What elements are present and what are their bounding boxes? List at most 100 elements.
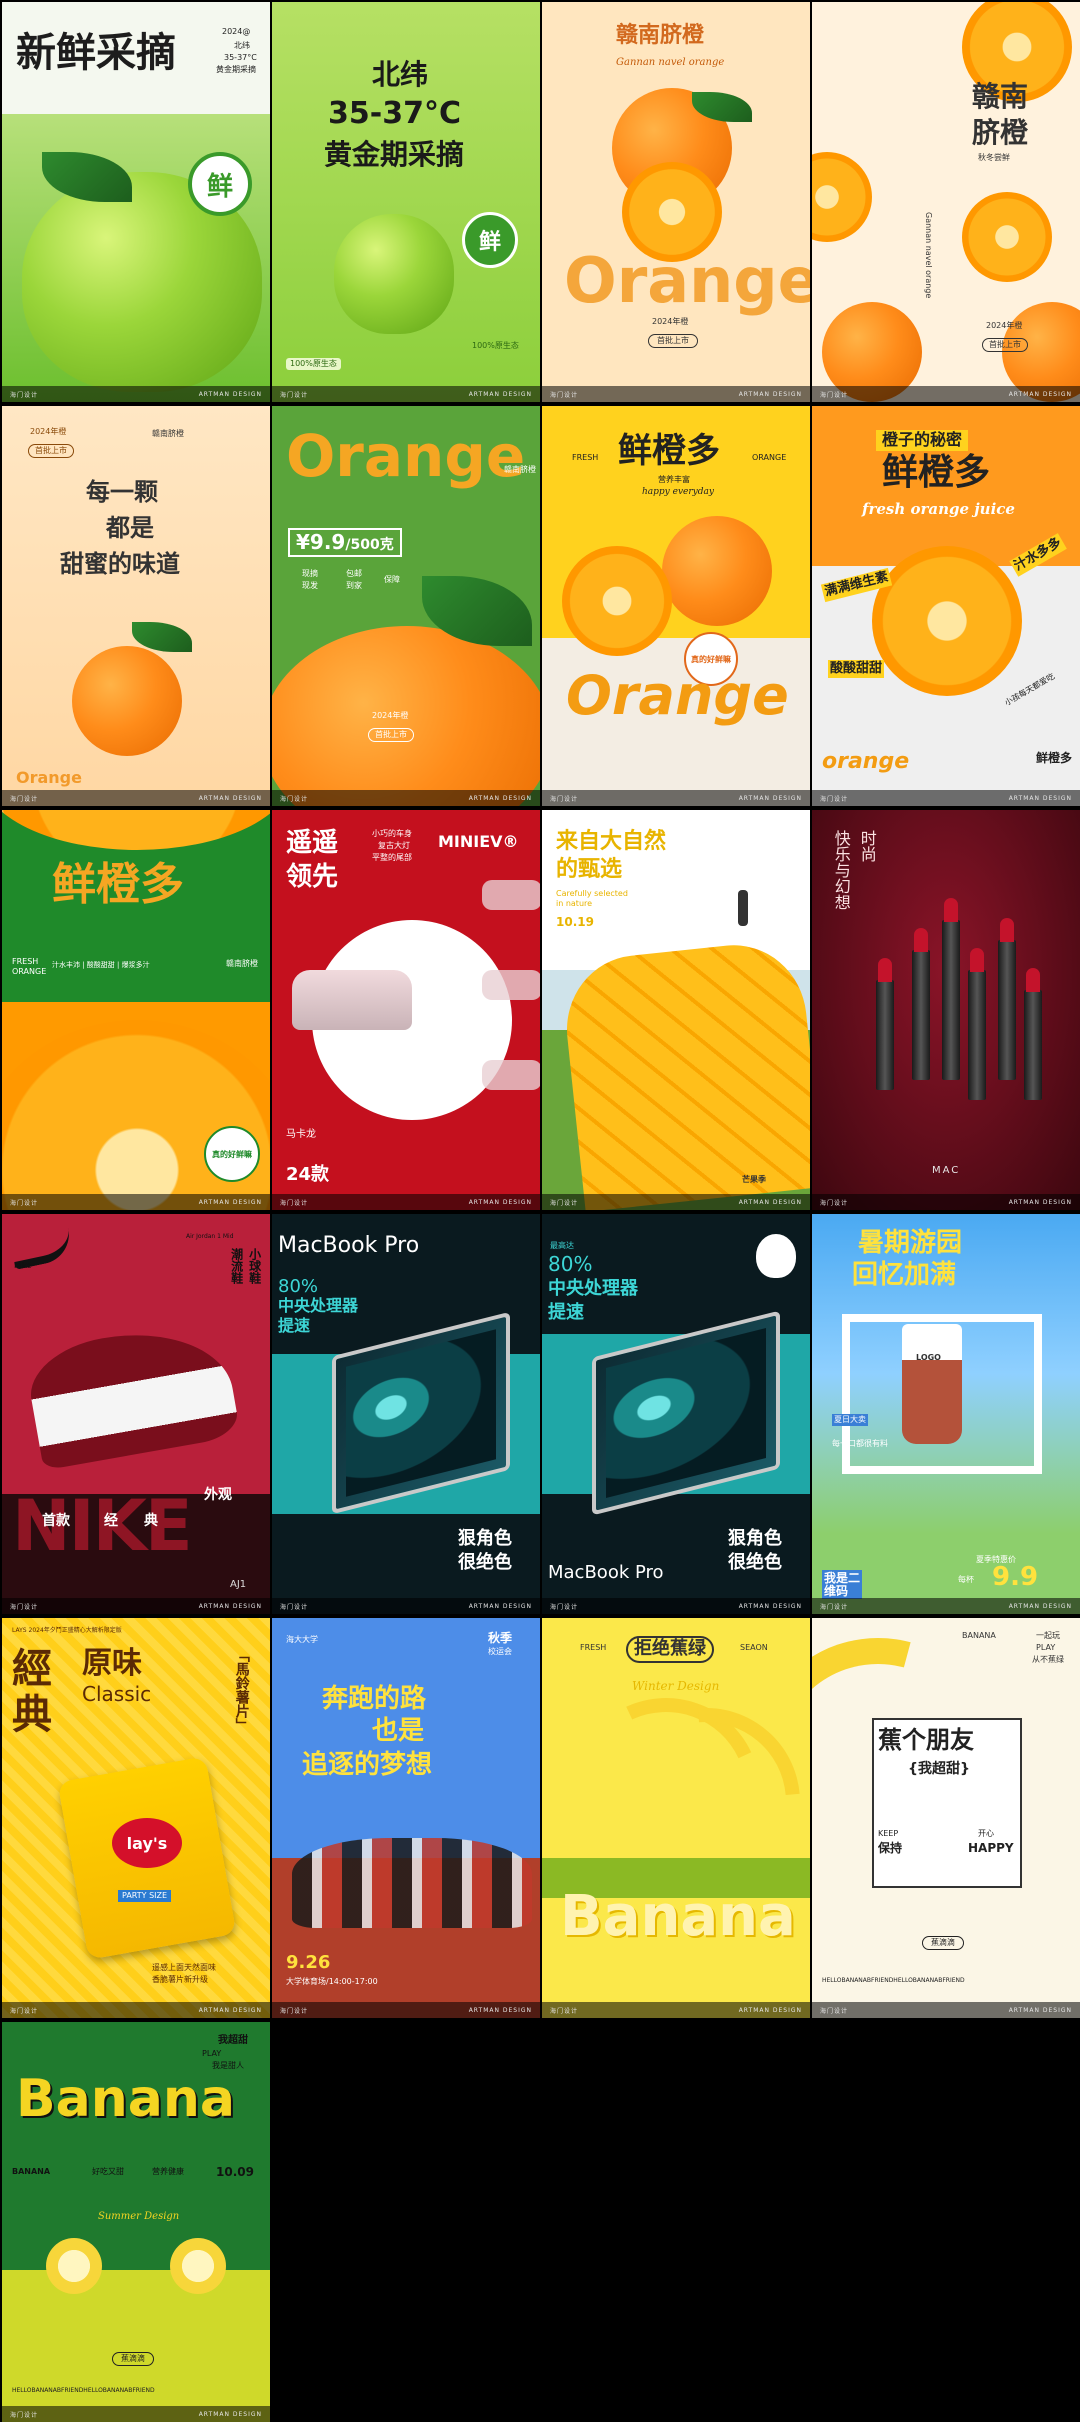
runners-image <box>292 1838 532 1928</box>
poster-title: 鲜橙多 <box>882 452 991 493</box>
poster-orange-juice[interactable]: FRESH 鲜橙多 ORANGE 营养丰富 happy everyday 真的好… <box>542 406 810 806</box>
poster-mac-lipstick[interactable]: 快乐与幻想 时尚 MAC 海门设计 ARTMAN DESIGN <box>812 810 1080 1210</box>
poster-sports-meet[interactable]: 海大大学 秋季 校运会 奔跑的路 也是 追逐的梦想 9.26 大学体育场/14:… <box>272 1618 540 2018</box>
poster-orange-secret[interactable]: 橙子的秘密 鲜橙多 fresh orange juice 满满维生素 汁水多多 … <box>812 406 1080 806</box>
orange-image <box>72 646 182 756</box>
poster-miniev-car[interactable]: 遥遥 领先 小巧的车身 复古大灯 平整的尾部 MINIEV® 马卡龙 24款 海… <box>272 810 540 1210</box>
poster-side-2: 潮流鞋 <box>229 1248 244 1284</box>
poster-footer: 海门设计 ARTMAN DESIGN <box>2 1598 270 1614</box>
car-image <box>482 880 540 910</box>
poster-footer: 海门设计 ARTMAN DESIGN <box>542 386 810 402</box>
poster-label: 首批上市 <box>982 338 1028 353</box>
poster-date: 10.09 <box>216 2165 254 2179</box>
poster-top: 橙子的秘密 <box>876 430 969 451</box>
poster-line-3: 甜蜜的味道 <box>60 550 180 578</box>
poster-happy-en: HAPPY <box>968 1841 1014 1855</box>
poster-season: 秋季 <box>488 1631 513 1645</box>
banana-slice-image <box>170 2238 226 2294</box>
poster-bottom: HELLOBANANABFRIENDHELLOBANANABFRIEND <box>822 1977 965 1984</box>
orange-image <box>662 516 772 626</box>
apple-logo-icon <box>756 1234 796 1278</box>
poster-desc-2: 复古大灯 <box>378 841 410 850</box>
poster-bottom: HELLOBANANABFRIENDHELLOBANANABFRIEND <box>12 2387 155 2394</box>
poster-right-1: 狠角色 <box>458 1528 512 1549</box>
poster-sub-2: 提速 <box>278 1316 311 1335</box>
poster-line-3: 追逐的梦想 <box>302 1750 433 1780</box>
poster-small: 最高达 <box>550 1241 574 1250</box>
poster-orange-green[interactable]: 鲜橙多 FRESH ORANGE 汁水丰沛 | 酸酸甜甜 | 爆浆多汁 赣南脐橙… <box>2 810 270 1210</box>
poster-date: 9.26 <box>286 1952 331 1973</box>
poster-left: BANANA <box>12 2167 51 2176</box>
poster-title: 新鲜采摘 <box>16 30 176 76</box>
poster-title-2: 脐橙 <box>972 116 1029 149</box>
poster-orange-price[interactable]: Orange ¥9.9/500克 现摘 包邮 现发 到家 保障 赣南脐橙 202… <box>272 406 540 806</box>
poster-apple-fresh-pick[interactable]: 新鲜采摘 2024@ 北纬 35-37°C 黄金期采摘 鲜 海门设计 ARTMAN… <box>2 2 270 402</box>
poster-sweet-orange[interactable]: 2024年橙 首批上市 赣南脐橙 每一颗 都是 甜蜜的味道 Orange 海门设… <box>2 406 270 806</box>
poster-tag: 包邮 <box>346 569 362 578</box>
lipstick-image <box>942 898 960 1080</box>
poster-fresh: FRESH <box>572 453 599 462</box>
poster-line-1: 每一颗 <box>86 478 158 506</box>
poster-num: 24款 <box>286 1164 330 1185</box>
poster-title-1: 来自大自然 <box>556 829 667 854</box>
poster-tag: 保障 <box>384 575 400 584</box>
orange-slice-image <box>872 546 1022 696</box>
poster-footer: 海门设计 ARTMAN DESIGN <box>272 386 540 402</box>
poster-bottom-2: 香脆薯片新升级 <box>152 1975 208 1984</box>
poster-sub-1: 中央处理器 <box>548 1278 638 1299</box>
car-image <box>482 1060 540 1090</box>
cup-image <box>902 1324 962 1444</box>
poster-big: Orange <box>286 422 526 490</box>
poster-big: Banana <box>16 2069 235 2129</box>
poster-name: 马卡龙 <box>286 1129 316 1140</box>
poster-footer: 海门设计 ARTMAN DESIGN <box>2 2002 270 2018</box>
poster-mango[interactable]: 来自大自然 的甄选 Carefully selected in nature 1… <box>542 810 810 1210</box>
poster-nike-shoe[interactable]: Nike Air Jordan 1 Mid 小球鞋 潮流鞋 NIKE 首款 经 … <box>2 1214 270 1614</box>
poster-title: 鲜橙多 <box>52 859 184 910</box>
poster-label: 首批上市 <box>28 444 74 459</box>
poster-gannan-orange[interactable]: 赣南脐橙 Gannan navel orange Orange 2024年橙 首… <box>542 2 810 402</box>
poster-footer: 海门设计 ARTMAN DESIGN <box>2 2406 270 2422</box>
lipstick-image <box>1024 968 1042 1100</box>
poster-banana-green[interactable]: 我超甜 PLAY 我是甜人 Banana BANANA 好吃又甜 营养健康 10… <box>2 2022 270 2422</box>
laptop-image <box>592 1310 780 1516</box>
poster-place: 大学体育场/14:00-17:00 <box>286 1977 378 1986</box>
poster-summer-park[interactable]: 暑期游园 回忆加满 LOGO 夏日大卖 每一口都很有料 我是二维码 夏季特惠价 … <box>812 1214 1080 1614</box>
poster-banana-friend[interactable]: BANANA 一起玩 PLAY 从不蕉绿 蕉个朋友 {我超甜} KEEP 保持 … <box>812 1618 1080 2018</box>
poster-brand: MAC <box>932 1165 961 1176</box>
poster-macbook-1[interactable]: MacBook Pro 80% 中央处理器 提速 狠角色 很绝色 海门设计 ART… <box>272 1214 540 1614</box>
poster-r1: 一起玩 <box>1036 1631 1060 1640</box>
laptop-image <box>332 1311 510 1515</box>
poster-apple-golden-period[interactable]: 北纬 35-37°C 黄金期采摘 鲜 100%原生态 100%原生态 海门设计 A… <box>272 2 540 402</box>
poster-line-2: 都是 <box>106 514 154 542</box>
poster-brand: Nike <box>14 1261 32 1270</box>
poster-script: happy everyday <box>642 487 714 497</box>
poster-footer: 海门设计 ARTMAN DESIGN <box>812 1598 1080 1614</box>
poster-banana-yellow[interactable]: FRESH 拒绝蕉绿 SEAON Winter Design Banana 海门… <box>542 1618 810 2018</box>
poster-line-3: 黄金期采摘 <box>324 138 465 171</box>
poster-mid: 好吃又甜 <box>92 2167 124 2176</box>
poster-right: 汁水多多 <box>1009 533 1067 577</box>
poster-line-word: 经 <box>104 1513 118 1529</box>
mango-image <box>559 938 810 1210</box>
poster-r3: 从不蕉绿 <box>1032 1655 1064 1664</box>
poster-year: 2024年橙 <box>30 427 67 436</box>
poster-title-1: 快乐与幻想 <box>831 830 851 910</box>
poster-lays-chips[interactable]: LAYS 2024年夕鬥正盛精心大解析限定版 經 典 原味 Classic 「馬… <box>2 1618 270 2018</box>
poster-tag: 100%原生态 <box>286 358 341 371</box>
poster-macbook-2[interactable]: 最高达 80% 中央处理器 提速 MacBook Pro 狠角色 很绝色 海门设… <box>542 1214 810 1614</box>
poster-title-2: 时尚 <box>857 830 877 862</box>
shoe-image <box>23 1317 241 1471</box>
poster-desc-3: 平整的尾部 <box>372 853 412 862</box>
poster-footer: 海门设计 ARTMAN DESIGN <box>2 386 270 402</box>
poster-big-1: 經 <box>12 1645 52 1692</box>
poster-side: 赣南脐橙 <box>226 959 258 968</box>
poster-keep: KEEP <box>878 1829 899 1838</box>
poster-percent: 80% <box>278 1276 319 1297</box>
poster-tag: 到家 <box>346 581 362 590</box>
poster-footer: 海门设计 ARTMAN DESIGN <box>2 790 270 806</box>
poster-keep-cn: 保持 <box>878 1841 903 1855</box>
poster-title-1: 暑期游园 <box>858 1228 963 1258</box>
poster-line-2: 也是 <box>372 1716 425 1746</box>
poster-gannan-navel[interactable]: 赣南 脐橙 秋冬尝鲜 Gannan navel orange 2024年橙 首批… <box>812 2 1080 402</box>
